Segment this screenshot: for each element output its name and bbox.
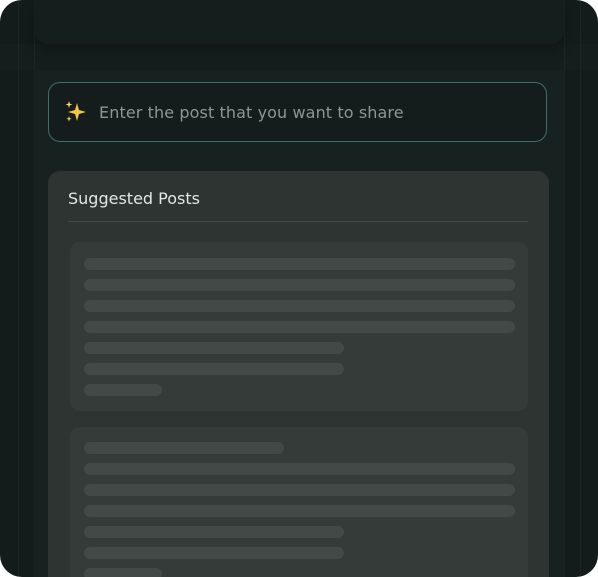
skeleton-line bbox=[84, 342, 344, 354]
skeleton-line bbox=[84, 442, 284, 454]
app-window: Enter the post that you want to share Su… bbox=[0, 0, 598, 577]
suggested-posts-title: Suggested Posts bbox=[68, 189, 200, 208]
skeleton-line bbox=[84, 505, 515, 517]
skeleton-line bbox=[84, 568, 162, 577]
sparkles-icon bbox=[63, 99, 89, 125]
skeleton-line bbox=[84, 526, 344, 538]
skeleton-line bbox=[84, 258, 515, 270]
skeleton-line bbox=[84, 547, 344, 559]
guide-line bbox=[580, 0, 581, 577]
divider bbox=[68, 221, 528, 222]
guide-line bbox=[564, 0, 565, 577]
suggested-posts-panel: Suggested Posts bbox=[48, 171, 549, 577]
header-band bbox=[0, 44, 598, 70]
post-composer-input[interactable]: Enter the post that you want to share bbox=[48, 82, 547, 142]
guide-line bbox=[18, 0, 19, 577]
header-card bbox=[34, 0, 564, 44]
composer-placeholder: Enter the post that you want to share bbox=[99, 102, 404, 122]
suggested-post-skeleton[interactable] bbox=[70, 427, 528, 577]
skeleton-line bbox=[84, 463, 515, 475]
skeleton-line bbox=[84, 279, 515, 291]
skeleton-line bbox=[84, 363, 344, 375]
suggested-post-skeleton[interactable] bbox=[70, 242, 528, 411]
skeleton-line bbox=[84, 300, 515, 312]
skeleton-line bbox=[84, 321, 515, 333]
skeleton-line bbox=[84, 484, 515, 496]
skeleton-line bbox=[84, 384, 162, 396]
